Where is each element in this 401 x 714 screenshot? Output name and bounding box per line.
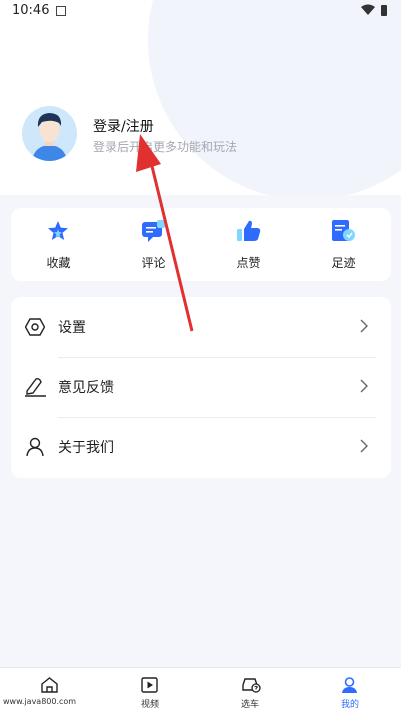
menu-item-feedback[interactable]: 意见反馈 bbox=[11, 357, 391, 417]
bottom-tab-bar: 视频 选车 我的 bbox=[0, 667, 401, 714]
person-icon bbox=[26, 437, 44, 457]
status-time: 10:46 bbox=[12, 3, 50, 18]
footprint-document-icon bbox=[332, 220, 355, 241]
status-notification-icon bbox=[56, 6, 66, 16]
menu-item-about[interactable]: 关于我们 bbox=[11, 417, 391, 477]
wifi-icon bbox=[361, 4, 375, 15]
star-icon bbox=[48, 221, 68, 240]
login-entry[interactable]: 登录/注册 登录后开启更多功能和玩法 bbox=[22, 106, 382, 164]
settings-hexagon-icon bbox=[25, 318, 45, 336]
car-select-icon bbox=[242, 678, 261, 693]
tab-car-select[interactable]: 选车 bbox=[200, 668, 300, 714]
tab-home[interactable] bbox=[0, 668, 100, 714]
chevron-right-icon bbox=[360, 319, 368, 333]
quick-action-label: 点赞 bbox=[236, 256, 261, 270]
watermark: www.java800.com bbox=[3, 697, 77, 706]
quick-actions-card: 收藏 评论 点赞 足迹 bbox=[11, 208, 391, 281]
menu-item-label: 意见反馈 bbox=[58, 380, 114, 396]
login-register-title[interactable]: 登录/注册 bbox=[93, 116, 154, 136]
profile-icon bbox=[342, 677, 357, 693]
tab-label: 选车 bbox=[240, 700, 259, 710]
quick-action-label: 收藏 bbox=[46, 256, 71, 270]
thumbs-up-icon bbox=[237, 220, 261, 241]
tab-label: 我的 bbox=[340, 700, 359, 710]
tab-label: 视频 bbox=[140, 700, 159, 710]
tab-video[interactable]: 视频 bbox=[100, 668, 200, 714]
login-subtitle: 登录后开启更多功能和玩法 bbox=[93, 140, 238, 154]
settings-menu-card: 设置 意见反馈 关于我们 bbox=[11, 297, 391, 478]
video-icon bbox=[141, 677, 158, 693]
quick-action-label: 评论 bbox=[141, 256, 166, 270]
chevron-right-icon bbox=[360, 439, 368, 453]
menu-item-settings[interactable]: 设置 bbox=[11, 297, 391, 357]
quick-action-label: 足迹 bbox=[331, 256, 356, 270]
profile-header bbox=[0, 0, 401, 195]
battery-icon bbox=[381, 5, 387, 16]
menu-item-label: 设置 bbox=[58, 320, 86, 336]
quick-action-history[interactable]: 足迹 bbox=[296, 208, 391, 281]
tab-mine[interactable]: 我的 bbox=[300, 668, 400, 714]
feedback-pen-icon bbox=[25, 377, 46, 397]
default-avatar-icon bbox=[22, 106, 77, 161]
status-bar: 10:46 bbox=[0, 0, 401, 24]
home-icon bbox=[41, 677, 58, 693]
quick-action-favorites[interactable]: 收藏 bbox=[11, 208, 106, 281]
header-decoration-circle bbox=[148, 0, 401, 195]
menu-item-label: 关于我们 bbox=[58, 440, 114, 456]
quick-action-likes[interactable]: 点赞 bbox=[201, 208, 296, 281]
quick-action-comments[interactable]: 评论 bbox=[106, 208, 201, 281]
avatar[interactable] bbox=[22, 106, 77, 161]
comment-icon bbox=[142, 220, 165, 242]
chevron-right-icon bbox=[360, 379, 368, 393]
